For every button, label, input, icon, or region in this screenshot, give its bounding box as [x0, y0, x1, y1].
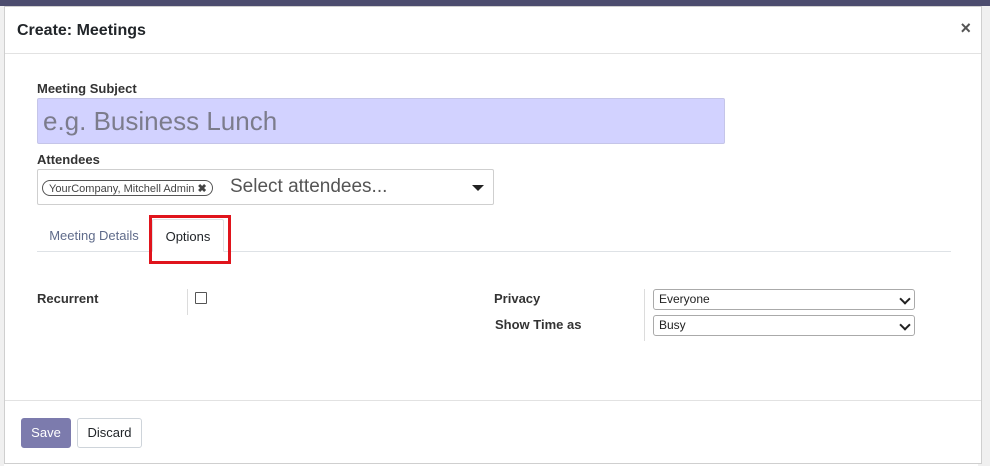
- tab-meeting-details[interactable]: Meeting Details: [41, 219, 147, 252]
- show-time-as-select[interactable]: Busy: [653, 315, 915, 336]
- dropdown-caret-icon[interactable]: [472, 185, 484, 191]
- recurrent-checkbox[interactable]: [195, 292, 207, 304]
- save-button[interactable]: Save: [21, 418, 71, 448]
- attendees-label: Attendees: [37, 152, 100, 167]
- dialog-header: Create: Meetings ×: [5, 7, 981, 54]
- privacy-selected-value: Everyone: [659, 292, 710, 306]
- recurrent-separator: [187, 289, 188, 315]
- show-time-as-label: Show Time as: [495, 317, 582, 332]
- footer-divider: [5, 400, 981, 401]
- chevron-down-icon: [899, 319, 911, 331]
- meeting-subject-input[interactable]: [37, 98, 725, 144]
- privacy-label: Privacy: [494, 291, 541, 306]
- attendees-placeholder[interactable]: Select attendees...: [230, 176, 387, 198]
- discard-button[interactable]: Discard: [77, 418, 142, 448]
- privacy-select[interactable]: Everyone: [653, 289, 915, 310]
- attendee-tag: YourCompany, Mitchell Admin ✖: [42, 180, 213, 196]
- options-separator: [644, 289, 645, 341]
- recurrent-label: Recurrent: [37, 291, 99, 306]
- meeting-subject-label: Meeting Subject: [37, 81, 137, 96]
- attendees-field[interactable]: YourCompany, Mitchell Admin ✖ Select atte…: [37, 169, 494, 205]
- tab-options[interactable]: Options: [152, 219, 224, 252]
- dialog-title: Create: Meetings: [17, 22, 146, 39]
- create-meeting-dialog: Create: Meetings × Meeting Subject Atten…: [4, 6, 982, 464]
- attendee-tag-label: YourCompany, Mitchell Admin: [49, 183, 195, 195]
- remove-tag-icon[interactable]: ✖: [198, 183, 207, 195]
- close-icon[interactable]: ×: [960, 19, 971, 37]
- chevron-down-icon: [899, 293, 911, 305]
- show-time-as-selected-value: Busy: [659, 318, 686, 332]
